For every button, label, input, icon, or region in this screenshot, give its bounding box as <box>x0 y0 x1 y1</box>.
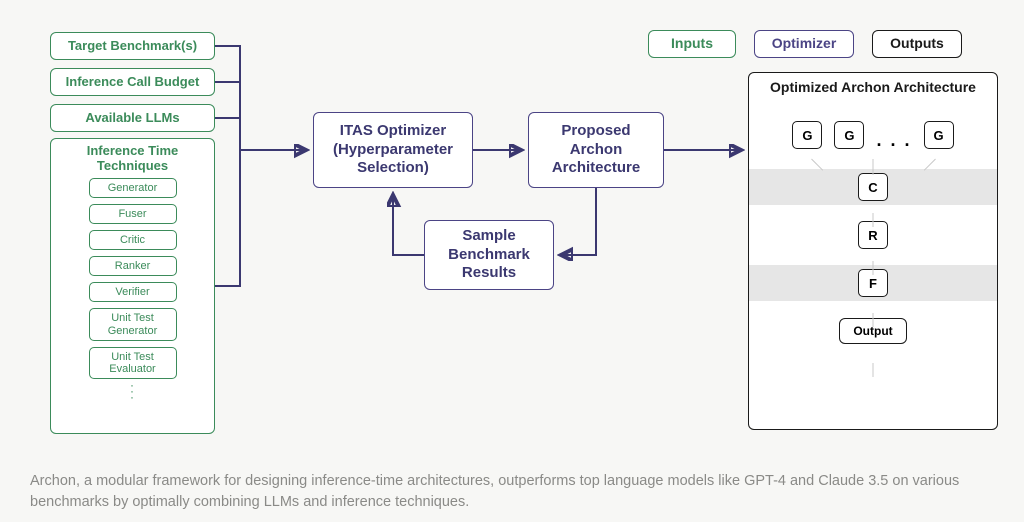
legend-inputs: Inputs <box>648 30 736 58</box>
arch-node-g3: G <box>924 121 954 149</box>
proposed-architecture: Proposed Archon Architecture <box>528 112 664 188</box>
technique-ranker: Ranker <box>89 256 177 276</box>
techniques-ellipsis: ··· <box>130 382 135 400</box>
itas-optimizer: ITAS Optimizer (Hyperparameter Selection… <box>313 112 473 188</box>
technique-unit-test-evaluator: Unit Test Evaluator <box>89 347 177 379</box>
legend-outputs: Outputs <box>872 30 962 58</box>
input-target-benchmarks: Target Benchmark(s) <box>50 32 215 60</box>
optimized-architecture: Optimized Archon Architecture G G . . . … <box>748 72 998 430</box>
legend-optimizer: Optimizer <box>754 30 854 58</box>
caption: Archon, a modular framework for designin… <box>30 471 994 512</box>
technique-generator: Generator <box>89 178 177 198</box>
input-available-llms: Available LLMs <box>50 104 215 132</box>
technique-fuser: Fuser <box>89 204 177 224</box>
technique-critic: Critic <box>89 230 177 250</box>
technique-verifier: Verifier <box>89 282 177 302</box>
input-inference-budget: Inference Call Budget <box>50 68 215 96</box>
arch-node-c: C <box>858 173 888 201</box>
arch-node-g2: G <box>834 121 864 149</box>
arch-row-generators: G G . . . G <box>761 117 985 153</box>
arch-node-g1: G <box>792 121 822 149</box>
arch-title: Optimized Archon Architecture <box>749 79 997 95</box>
arch-dots: . . . <box>876 130 911 151</box>
sample-benchmark-results: Sample Benchmark Results <box>424 220 554 290</box>
archon-diagram: Inputs Optimizer Outputs Target Benchmar… <box>30 20 994 460</box>
input-techniques-container: Inference Time Techniques Generator Fuse… <box>50 138 215 434</box>
technique-unit-test-generator: Unit Test Generator <box>89 308 177 340</box>
techniques-title: Inference Time Techniques <box>51 143 214 173</box>
